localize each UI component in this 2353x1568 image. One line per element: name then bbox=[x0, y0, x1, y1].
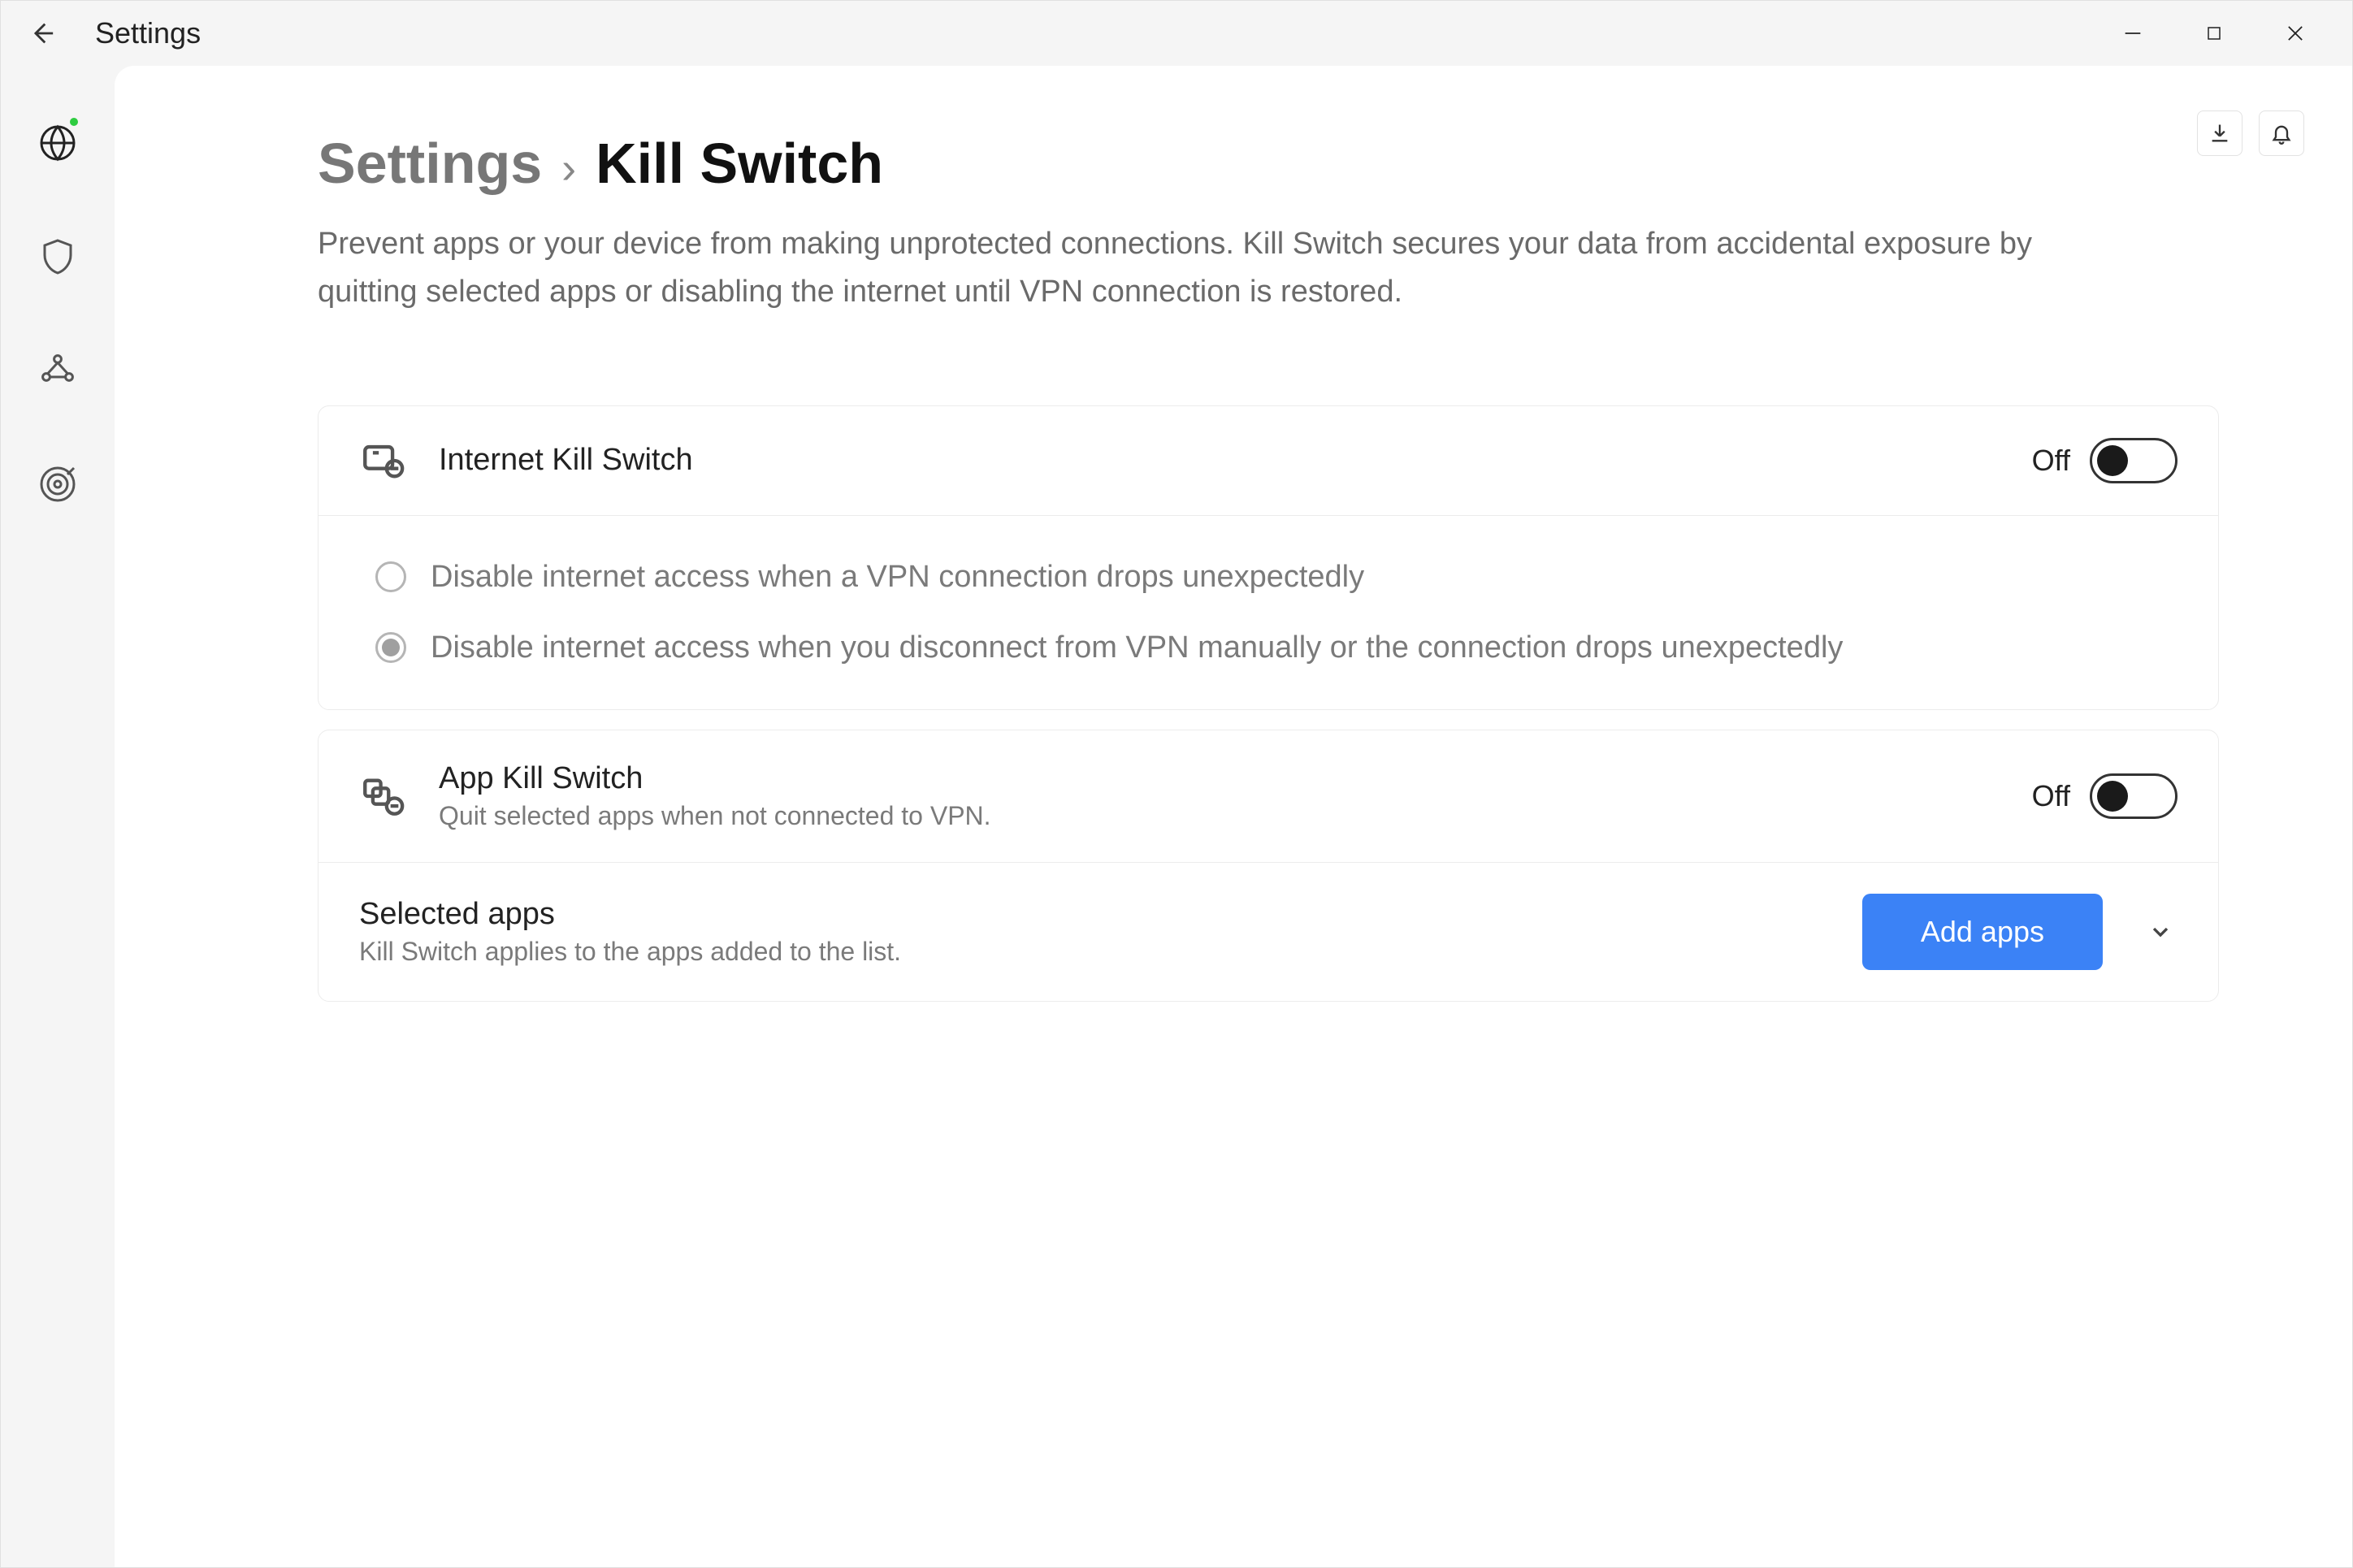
killswitch-option-1[interactable]: Disable internet access when a VPN conne… bbox=[375, 560, 2178, 595]
killswitch-option-2-label: Disable internet access when you disconn… bbox=[431, 630, 1843, 665]
breadcrumb-current: Kill Switch bbox=[596, 131, 883, 196]
back-button[interactable] bbox=[17, 9, 66, 58]
internet-killswitch-options: Disable internet access when a VPN conne… bbox=[318, 515, 2218, 709]
sidebar-item-shield[interactable] bbox=[29, 228, 86, 285]
download-button[interactable] bbox=[2197, 110, 2242, 156]
internet-killswitch-toggle[interactable] bbox=[2090, 438, 2178, 483]
bell-icon bbox=[2270, 122, 2293, 145]
expand-selected-apps[interactable] bbox=[2143, 915, 2178, 949]
target-icon bbox=[38, 465, 77, 504]
breadcrumb-parent[interactable]: Settings bbox=[318, 131, 542, 196]
chevron-down-icon bbox=[2147, 919, 2173, 945]
killswitch-option-2[interactable]: Disable internet access when you disconn… bbox=[375, 630, 2178, 665]
app-window: Settings bbox=[0, 0, 2353, 1568]
shield-icon bbox=[38, 237, 77, 276]
sidebar bbox=[1, 66, 115, 1567]
radio-icon bbox=[375, 561, 406, 592]
content-panel: Settings › Kill Switch Prevent apps or y… bbox=[115, 66, 2352, 1567]
download-icon bbox=[2208, 122, 2231, 145]
sidebar-item-meshnet[interactable] bbox=[29, 342, 86, 399]
sidebar-item-darkweb[interactable] bbox=[29, 456, 86, 513]
switch-knob-icon bbox=[2097, 781, 2128, 812]
add-apps-button[interactable]: Add apps bbox=[1862, 894, 2103, 970]
internet-killswitch-toggle-label: Off bbox=[2032, 444, 2070, 478]
notifications-button[interactable] bbox=[2259, 110, 2304, 156]
page-description: Prevent apps or your device from making … bbox=[318, 220, 2105, 316]
mesh-icon bbox=[38, 351, 77, 390]
app-killswitch-card: App Kill Switch Quit selected apps when … bbox=[318, 730, 2219, 1002]
topbar-actions bbox=[2197, 110, 2304, 156]
window-title: Settings bbox=[95, 16, 201, 50]
app-body: Settings › Kill Switch Prevent apps or y… bbox=[1, 66, 2352, 1567]
breadcrumb: Settings › Kill Switch bbox=[318, 131, 2295, 196]
maximize-button[interactable] bbox=[2173, 9, 2255, 58]
app-killswitch-header: App Kill Switch Quit selected apps when … bbox=[318, 730, 2218, 862]
killswitch-option-1-label: Disable internet access when a VPN conne… bbox=[431, 560, 1364, 595]
selected-apps-subtitle: Kill Switch applies to the apps added to… bbox=[359, 937, 901, 967]
window-controls bbox=[2092, 9, 2336, 58]
app-killswitch-toggle-label: Off bbox=[2032, 779, 2070, 813]
connection-status-dot bbox=[68, 116, 80, 128]
sidebar-item-connection[interactable] bbox=[29, 115, 86, 171]
app-killswitch-text: App Kill Switch Quit selected apps when … bbox=[439, 761, 991, 831]
app-killswitch-icon bbox=[359, 773, 406, 820]
cards-container: Internet Kill Switch Off Disable interne… bbox=[318, 405, 2219, 1002]
internet-killswitch-icon bbox=[359, 437, 406, 484]
app-killswitch-title: App Kill Switch bbox=[439, 761, 991, 796]
app-killswitch-toggle[interactable] bbox=[2090, 773, 2178, 819]
switch-knob-icon bbox=[2097, 445, 2128, 476]
selected-apps-text: Selected apps Kill Switch applies to the… bbox=[359, 897, 901, 967]
minimize-button[interactable] bbox=[2092, 9, 2173, 58]
breadcrumb-separator: › bbox=[561, 143, 576, 193]
titlebar: Settings bbox=[1, 1, 2352, 66]
selected-apps-row: Selected apps Kill Switch applies to the… bbox=[318, 862, 2218, 1001]
internet-killswitch-header: Internet Kill Switch Off bbox=[318, 406, 2218, 515]
selected-apps-title: Selected apps bbox=[359, 897, 901, 932]
close-button[interactable] bbox=[2255, 9, 2336, 58]
internet-killswitch-card: Internet Kill Switch Off Disable interne… bbox=[318, 405, 2219, 710]
globe-icon bbox=[38, 123, 77, 162]
app-killswitch-subtitle: Quit selected apps when not connected to… bbox=[439, 801, 991, 831]
internet-killswitch-title: Internet Kill Switch bbox=[439, 443, 693, 478]
radio-icon-selected bbox=[375, 632, 406, 663]
